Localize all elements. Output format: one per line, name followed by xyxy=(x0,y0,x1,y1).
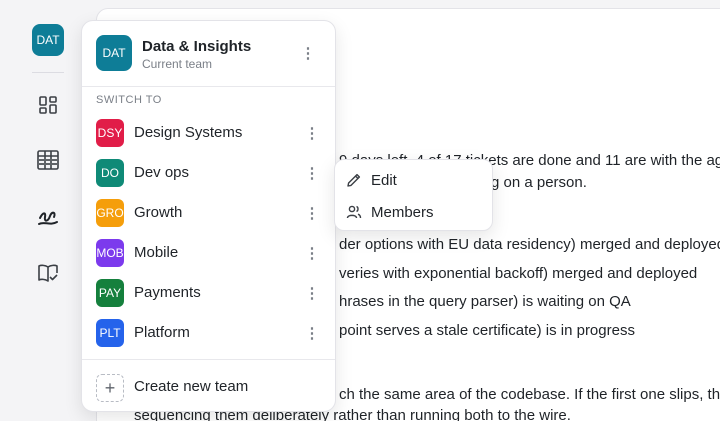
more-options-icon[interactable]: ⋮ xyxy=(302,203,322,223)
divider xyxy=(82,359,335,360)
create-team-button[interactable]: + Create new team xyxy=(82,369,335,405)
team-name: Growth xyxy=(134,204,183,221)
team-name: Payments xyxy=(134,284,201,301)
create-team-label: Create new team xyxy=(134,378,249,395)
more-options-icon[interactable]: ⋮ xyxy=(302,243,322,263)
team-avatar: GRO xyxy=(96,199,124,227)
rail-divider xyxy=(32,72,64,73)
pencil-icon xyxy=(347,173,361,187)
edit-menu-item[interactable]: Edit xyxy=(335,164,492,196)
team-item-mobile[interactable]: MOB Mobile ⋮ xyxy=(82,233,335,273)
more-options-icon[interactable]: ⋮ xyxy=(298,43,318,63)
menu-item-label: Members xyxy=(371,204,434,221)
current-team[interactable]: DAT Data & Insights Current team ⋮ xyxy=(82,21,335,87)
team-name: Design Systems xyxy=(134,124,243,141)
more-options-icon[interactable]: ⋮ xyxy=(302,163,322,183)
content-line: ch the same area of the codebase. If the… xyxy=(339,386,720,403)
team-item-design-systems[interactable]: DSY Design Systems ⋮ xyxy=(82,113,335,153)
team-avatar-button[interactable]: DAT xyxy=(32,24,64,56)
users-icon xyxy=(346,205,362,219)
team-context-menu: Edit Members xyxy=(334,159,493,231)
content-line: hrases in the query parser) is waiting o… xyxy=(339,293,631,310)
team-avatar: PAY xyxy=(96,279,124,307)
more-options-icon[interactable]: ⋮ xyxy=(302,323,322,343)
team-avatar: MOB xyxy=(96,239,124,267)
content-line: g on a person. xyxy=(491,174,587,191)
team-item-payments[interactable]: PAY Payments ⋮ xyxy=(82,273,335,313)
dashboard-icon[interactable] xyxy=(36,93,60,117)
section-label: SWITCH TO xyxy=(96,94,162,106)
board-icon[interactable] xyxy=(36,148,60,172)
content-line: point serves a stale certificate) is in … xyxy=(339,322,635,339)
plus-icon: + xyxy=(96,374,124,402)
team-name: Platform xyxy=(134,324,190,341)
team-item-platform[interactable]: PLT Platform ⋮ xyxy=(82,313,335,353)
divider xyxy=(82,86,335,87)
team-avatar: PLT xyxy=(96,319,124,347)
team-item-dev-ops[interactable]: DO Dev ops ⋮ xyxy=(82,153,335,193)
current-team-avatar: DAT xyxy=(96,35,132,71)
more-options-icon[interactable]: ⋮ xyxy=(302,283,322,303)
menu-item-label: Edit xyxy=(371,172,397,189)
members-menu-item[interactable]: Members xyxy=(335,196,492,228)
team-switcher-dropdown: DAT Data & Insights Current team ⋮ SWITC… xyxy=(81,20,336,412)
more-options-icon[interactable]: ⋮ xyxy=(302,123,322,143)
content-line: der options with EU data residency) merg… xyxy=(339,236,720,253)
team-name: Dev ops xyxy=(134,164,190,181)
team-avatar: DO xyxy=(96,159,124,187)
book-icon[interactable] xyxy=(36,261,60,285)
activity-icon[interactable] xyxy=(36,206,60,230)
current-team-subtitle: Current team xyxy=(142,57,213,71)
team-avatar: DSY xyxy=(96,119,124,147)
team-item-growth[interactable]: GRO Growth ⋮ xyxy=(82,193,335,233)
team-name: Mobile xyxy=(134,244,179,261)
content-line: veries with exponential backoff) merged … xyxy=(339,265,698,282)
current-team-name: Data & Insights xyxy=(142,38,252,55)
